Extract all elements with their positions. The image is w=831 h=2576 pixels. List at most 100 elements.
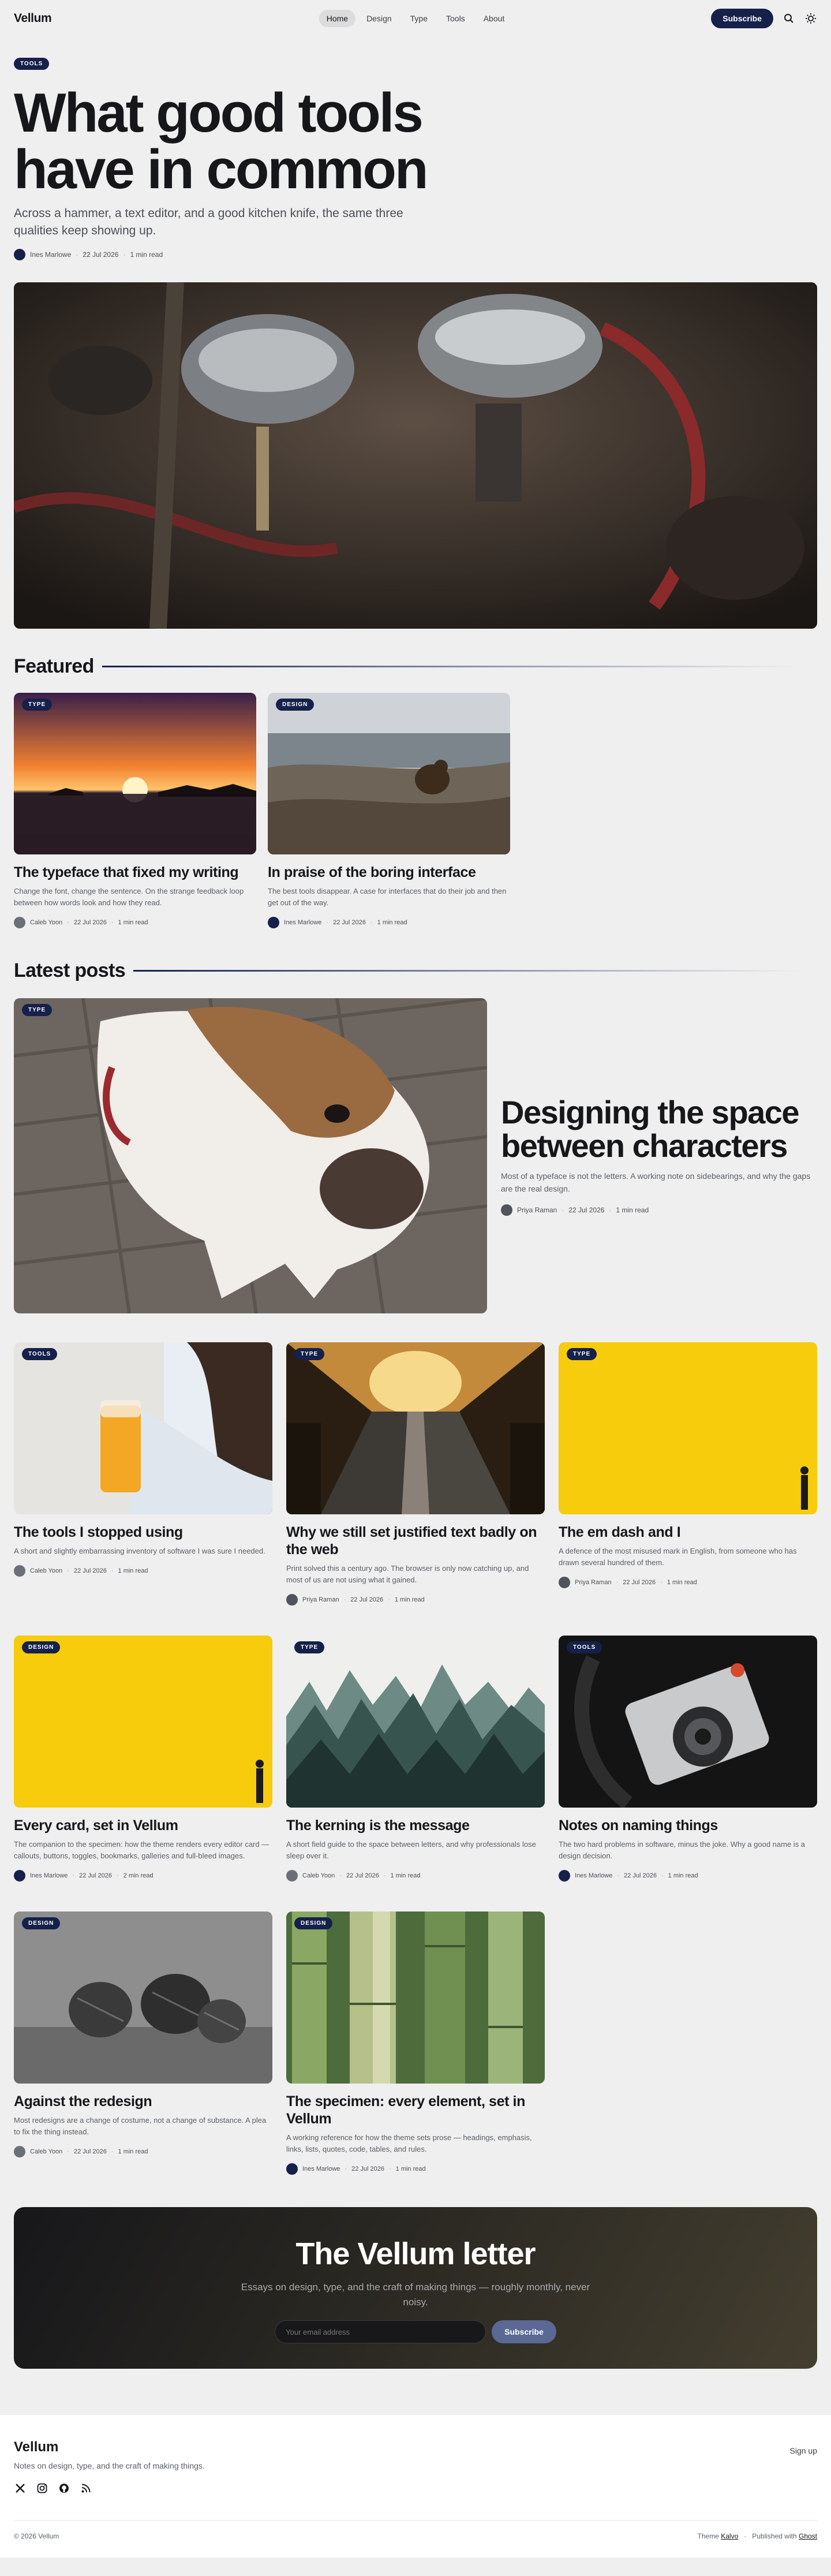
author-name[interactable]: Caleb Yoon: [30, 1567, 62, 1574]
latest-heading: Latest posts: [14, 960, 126, 981]
post-image[interactable]: TYPE: [14, 693, 256, 854]
theme-toggle-icon[interactable]: [804, 12, 817, 25]
meta-separator: ·: [388, 2166, 391, 2172]
author-name[interactable]: Caleb Yoon: [302, 1872, 335, 1879]
post-title[interactable]: Against the redesign: [14, 2093, 272, 2110]
author-name[interactable]: Caleb Yoon: [30, 919, 62, 926]
post-date: 22 Jul 2026: [350, 1596, 384, 1603]
hero-title[interactable]: What good tools have in common: [14, 85, 452, 198]
meta-separator: ·: [67, 1567, 69, 1574]
email-field[interactable]: Your email address: [275, 2320, 486, 2343]
nav-item-design[interactable]: Design: [359, 10, 399, 27]
post-card[interactable]: TYPE The em dash and I A defence of the …: [559, 1342, 817, 1606]
post-image[interactable]: DESIGN: [268, 693, 510, 854]
newsletter-subscribe-button[interactable]: Subscribe: [492, 2320, 556, 2343]
author-name[interactable]: Priya Raman: [302, 1596, 339, 1603]
post-tag[interactable]: TYPE: [567, 1348, 597, 1360]
nav-item-home[interactable]: Home: [319, 10, 356, 27]
featured-card[interactable]: TYPE The typeface that fixed my writing …: [14, 693, 256, 928]
post-card[interactable]: TOOLS The tools I stopped using A short …: [14, 1342, 272, 1606]
post-card[interactable]: TYPE The kerning is the message A short …: [286, 1636, 545, 1881]
post-title[interactable]: Every card, set in Vellum: [14, 1817, 272, 1834]
post-meta: Ines Marlowe · 22 Jul 2026 · 1 min read: [286, 2163, 545, 2175]
author-name[interactable]: Ines Marlowe: [30, 251, 71, 259]
theme-credit-prefix: Theme: [697, 2532, 719, 2540]
post-meta: Ines Marlowe · 22 Jul 2026 · 1 min read: [268, 917, 510, 928]
author-name[interactable]: Ines Marlowe: [284, 919, 321, 926]
author-name[interactable]: Caleb Yoon: [30, 2148, 62, 2155]
post-date: 22 Jul 2026: [83, 251, 119, 259]
site-logo[interactable]: Vellum: [14, 12, 52, 25]
post-card[interactable]: DESIGN The specimen: every element, set …: [286, 1912, 545, 2175]
author-name[interactable]: Ines Marlowe: [30, 1872, 68, 1879]
github-icon[interactable]: [58, 2482, 70, 2495]
post-image[interactable]: TYPE: [286, 1636, 545, 1808]
x-icon[interactable]: [14, 2482, 27, 2495]
post-title[interactable]: The tools I stopped using: [14, 1524, 272, 1541]
author-name[interactable]: Priya Raman: [575, 1579, 612, 1586]
post-title[interactable]: The typeface that fixed my writing: [14, 864, 256, 881]
post-tag[interactable]: TYPE: [294, 1348, 325, 1360]
featured-card[interactable]: DESIGN In praise of the boring interface…: [268, 693, 510, 928]
post-image[interactable]: DESIGN: [14, 1636, 272, 1808]
post-card[interactable]: DESIGN Against the redesign Most redesig…: [14, 1912, 272, 2175]
published-credit-prefix: Published with: [752, 2532, 797, 2540]
subscribe-button[interactable]: Subscribe: [711, 9, 773, 28]
footer-signup-link[interactable]: Sign up: [790, 2446, 817, 2455]
post-image[interactable]: TOOLS: [559, 1636, 817, 1808]
nav-item-tools[interactable]: Tools: [439, 10, 473, 27]
post-card[interactable]: TYPE Why we still set justified text bad…: [286, 1342, 545, 1606]
post-tag[interactable]: TYPE: [22, 1004, 53, 1016]
post-title[interactable]: Why we still set justified text badly on…: [286, 1524, 545, 1558]
post-tag[interactable]: TOOLS: [22, 1348, 58, 1360]
ghost-link[interactable]: Ghost: [799, 2532, 817, 2540]
post-title[interactable]: The kerning is the message: [286, 1817, 545, 1834]
post-image[interactable]: TOOLS: [14, 1342, 272, 1514]
post-tag[interactable]: TYPE: [294, 1641, 325, 1653]
meta-separator: ·: [388, 1596, 390, 1603]
footer-logo[interactable]: Vellum: [14, 2439, 817, 2455]
nav-actions: Subscribe: [711, 9, 817, 28]
read-time: 1 min read: [377, 919, 407, 926]
post-tag[interactable]: TOOLS: [567, 1641, 602, 1653]
theme-credit-link[interactable]: Kalvo: [721, 2532, 738, 2540]
post-image[interactable]: TYPE: [286, 1342, 545, 1514]
post-title[interactable]: The specimen: every element, set in Vell…: [286, 2093, 545, 2127]
post-tag[interactable]: DESIGN: [22, 1917, 61, 1929]
post-tag[interactable]: DESIGN: [276, 699, 315, 711]
post-tag[interactable]: DESIGN: [22, 1641, 61, 1653]
post-meta: Caleb Yoon · 22 Jul 2026 · 1 min read: [14, 1565, 272, 1577]
post-date: 22 Jul 2026: [79, 1872, 112, 1879]
hero-tag[interactable]: TOOLS: [14, 58, 50, 70]
author-name[interactable]: Priya Raman: [517, 1206, 557, 1214]
read-time: 1 min read: [394, 1596, 425, 1603]
post-image[interactable]: DESIGN: [14, 1912, 272, 2084]
post-image[interactable]: TYPE: [14, 998, 487, 1313]
author-name[interactable]: Ines Marlowe: [575, 1872, 612, 1879]
hero-image[interactable]: [14, 282, 817, 629]
post-title[interactable]: Designing the space between characters: [501, 1096, 817, 1163]
post-image[interactable]: TYPE: [559, 1342, 817, 1514]
post-meta: Priya Raman · 22 Jul 2026 · 1 min read: [286, 1594, 545, 1606]
search-icon[interactable]: [783, 12, 795, 25]
post-title[interactable]: Notes on naming things: [559, 1817, 817, 1834]
post-image[interactable]: DESIGN: [286, 1912, 545, 2084]
read-time: 2 min read: [123, 1872, 154, 1879]
rss-icon[interactable]: [80, 2482, 92, 2495]
nav-item-type[interactable]: Type: [403, 10, 435, 27]
author-name[interactable]: Ines Marlowe: [302, 2166, 340, 2172]
post-tag[interactable]: TYPE: [22, 699, 53, 711]
social-links: [14, 2482, 817, 2495]
author-avatar: [14, 249, 25, 260]
instagram-icon[interactable]: [36, 2482, 48, 2495]
post-tag[interactable]: DESIGN: [294, 1917, 333, 1929]
latest-lead-post[interactable]: TYPE Designing the space between charact…: [0, 998, 831, 1313]
post-card[interactable]: TOOLS Notes on naming things The two har…: [559, 1636, 817, 1881]
post-title[interactable]: The em dash and I: [559, 1524, 817, 1541]
post-meta: Caleb Yoon · 22 Jul 2026 · 1 min read: [286, 1870, 545, 1881]
site-footer: Vellum Notes on design, type, and the cr…: [0, 2415, 831, 2558]
post-card[interactable]: DESIGN Every card, set in Vellum The com…: [14, 1636, 272, 1881]
read-time: 1 min read: [668, 1872, 698, 1879]
nav-item-about[interactable]: About: [476, 10, 512, 27]
post-title[interactable]: In praise of the boring interface: [268, 864, 510, 881]
